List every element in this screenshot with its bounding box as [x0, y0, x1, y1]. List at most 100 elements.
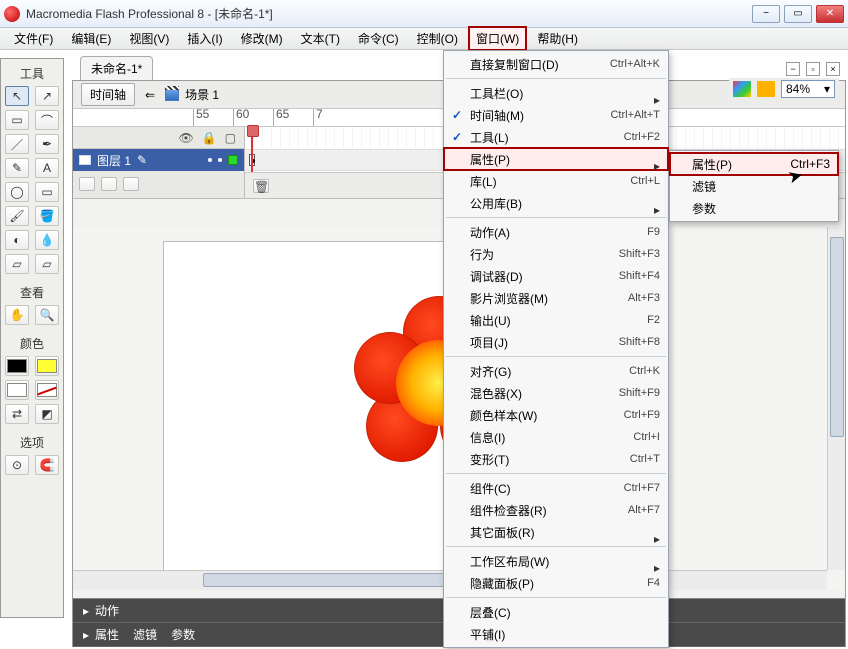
menu-7[interactable]: 控制(O) [409, 26, 466, 51]
outline-icon[interactable]: ▢ [225, 131, 236, 145]
menu-9[interactable]: 帮助(H) [529, 26, 586, 51]
maximize-button[interactable]: ▭ [784, 5, 812, 23]
menu-5[interactable]: 文本(T) [293, 26, 348, 51]
oval-tool[interactable]: ◯ [5, 182, 29, 202]
close-button[interactable]: ✕ [816, 5, 844, 23]
colors-section-title: 颜色 [20, 335, 44, 352]
panel-filters[interactable]: 滤镜 [133, 626, 157, 643]
default-colors[interactable]: ◩ [35, 404, 59, 424]
menu-item[interactable]: 工具栏(O) [444, 82, 668, 104]
menu-0[interactable]: 文件(F) [6, 26, 61, 51]
menu-item[interactable]: 平铺(I) [444, 623, 668, 645]
menu-item[interactable]: 信息(I)Ctrl+I [444, 426, 668, 448]
back-icon[interactable]: ⇐ [145, 88, 155, 102]
menu-item[interactable]: 变形(T)Ctrl+T [444, 448, 668, 470]
edit-symbol-icon[interactable] [757, 81, 775, 97]
menu-item[interactable]: 动作(A)F9 [444, 221, 668, 243]
subselection-tool[interactable]: ↗ [35, 86, 59, 106]
pencil-tool[interactable]: ✎ [5, 158, 29, 178]
menu-item[interactable]: 组件检查器(R)Alt+F7 [444, 499, 668, 521]
text-tool[interactable]: A [35, 158, 59, 178]
menu-item[interactable]: 颜色样本(W)Ctrl+F9 [444, 404, 668, 426]
brush-tool[interactable]: 🖌 [5, 206, 29, 226]
eyedropper-tool[interactable]: 💧 [35, 230, 59, 250]
rectangle-tool[interactable]: ▭ [35, 182, 59, 202]
layer-name: 图层 1 [97, 152, 131, 169]
submenu-item[interactable]: 属性(P)Ctrl+F3 [670, 153, 838, 175]
submenu-item[interactable]: 滤镜 [670, 175, 838, 197]
menu-item[interactable]: 库(L)Ctrl+L [444, 170, 668, 192]
menu-6[interactable]: 命令(C) [350, 26, 407, 51]
panel-actions[interactable]: 动作 [83, 602, 119, 619]
zoom-tool[interactable]: 🔍 [35, 305, 59, 325]
submenu-item[interactable]: 参数 [670, 197, 838, 219]
flash-app-icon [4, 6, 20, 22]
menu-item[interactable]: 公用库(B) [444, 192, 668, 214]
layer-footer [73, 171, 244, 197]
menu-item[interactable]: 直接复制窗口(D)Ctrl+Alt+K [444, 53, 668, 75]
trash-icon[interactable]: 🗑 [253, 179, 269, 193]
menu-item[interactable]: 调试器(D)Shift+F4 [444, 265, 668, 287]
menu-item[interactable]: 行为Shift+F3 [444, 243, 668, 265]
pen-tool[interactable]: ✒ [35, 134, 59, 154]
scene-indicator[interactable]: 场景 1 [165, 86, 219, 103]
lock-icon[interactable]: 🔒 [202, 131, 217, 145]
ink-bottle-tool[interactable]: ◐ [5, 230, 29, 250]
menu-item[interactable]: 其它面板(R) [444, 521, 668, 543]
hand-tool[interactable]: ✋ [5, 305, 29, 325]
menu-item[interactable]: 组件(C)Ctrl+F7 [444, 477, 668, 499]
menu-item[interactable]: 对齐(G)Ctrl+K [444, 360, 668, 382]
selection-tool[interactable]: ↖ [5, 86, 29, 106]
fill-color[interactable] [5, 380, 29, 400]
menu-item[interactable]: 隐藏面板(P)F4 [444, 572, 668, 594]
window-menu-dropdown: 直接复制窗口(D)Ctrl+Alt+K 工具栏(O)时间轴(M)Ctrl+Alt+… [443, 50, 669, 648]
lasso-tool[interactable]: ⌒ [35, 110, 59, 130]
menu-item[interactable]: 影片浏览器(M)Alt+F3 [444, 287, 668, 309]
swap-colors[interactable]: ⇄ [5, 404, 29, 424]
vertical-scrollbar[interactable] [827, 227, 845, 570]
minimize-button[interactable]: − [752, 5, 780, 23]
menu-item[interactable]: 项目(J)Shift+F8 [444, 331, 668, 353]
layer-folder-icon[interactable] [101, 177, 117, 191]
menu-item[interactable]: 属性(P) [444, 148, 668, 170]
panel-properties[interactable]: 属性 [83, 626, 119, 643]
timeline-button[interactable]: 时间轴 [81, 83, 135, 106]
stroke-color[interactable] [5, 356, 29, 376]
vscroll-thumb[interactable] [830, 237, 844, 437]
new-layer-icon[interactable] [79, 177, 95, 191]
menu-4[interactable]: 修改(M) [233, 26, 291, 51]
document-tab[interactable]: 未命名-1* [80, 56, 153, 80]
stroke-swatch[interactable] [35, 356, 59, 376]
menu-3[interactable]: 插入(I) [179, 26, 230, 51]
panel-params[interactable]: 参数 [171, 626, 195, 643]
eraser2-tool[interactable]: ▱ [35, 254, 59, 274]
doc-close[interactable]: × [826, 62, 840, 76]
menu-1[interactable]: 编辑(E) [63, 26, 119, 51]
menu-2[interactable]: 视图(V) [121, 26, 177, 51]
clapboard-icon [165, 89, 179, 101]
snap-option[interactable]: ⊙ [5, 455, 29, 475]
menu-item[interactable]: 层叠(C) [444, 601, 668, 623]
eye-icon[interactable]: 👁 [178, 131, 193, 145]
doc-restore[interactable]: ▫ [806, 62, 820, 76]
layer-icon [79, 155, 91, 165]
menu-8[interactable]: 窗口(W) [468, 26, 527, 51]
delete-layer-icon[interactable] [123, 177, 139, 191]
zoom-area: 84%▾ [729, 78, 839, 100]
layer-row[interactable]: 图层 1 ✎ [73, 149, 244, 171]
magnet-option[interactable]: 🧲 [35, 455, 59, 475]
line-tool[interactable]: ／ [5, 134, 29, 154]
paint-bucket-tool[interactable]: 🪣 [35, 206, 59, 226]
zoom-select[interactable]: 84%▾ [781, 80, 835, 98]
menu-item[interactable]: 时间轴(M)Ctrl+Alt+T [444, 104, 668, 126]
menu-item[interactable]: 输出(U)F2 [444, 309, 668, 331]
eraser-tool[interactable]: ▱ [5, 254, 29, 274]
menu-item[interactable]: 混色器(X)Shift+F9 [444, 382, 668, 404]
menu-item[interactable]: 工具(L)Ctrl+F2 [444, 126, 668, 148]
free-transform-tool[interactable]: ▭ [5, 110, 29, 130]
window-title: Macromedia Flash Professional 8 - [未命名-1… [26, 5, 752, 22]
edit-scene-icon[interactable] [733, 81, 751, 97]
doc-minimize[interactable]: − [786, 62, 800, 76]
menu-item[interactable]: 工作区布局(W) [444, 550, 668, 572]
fill-swatch[interactable] [35, 380, 59, 400]
